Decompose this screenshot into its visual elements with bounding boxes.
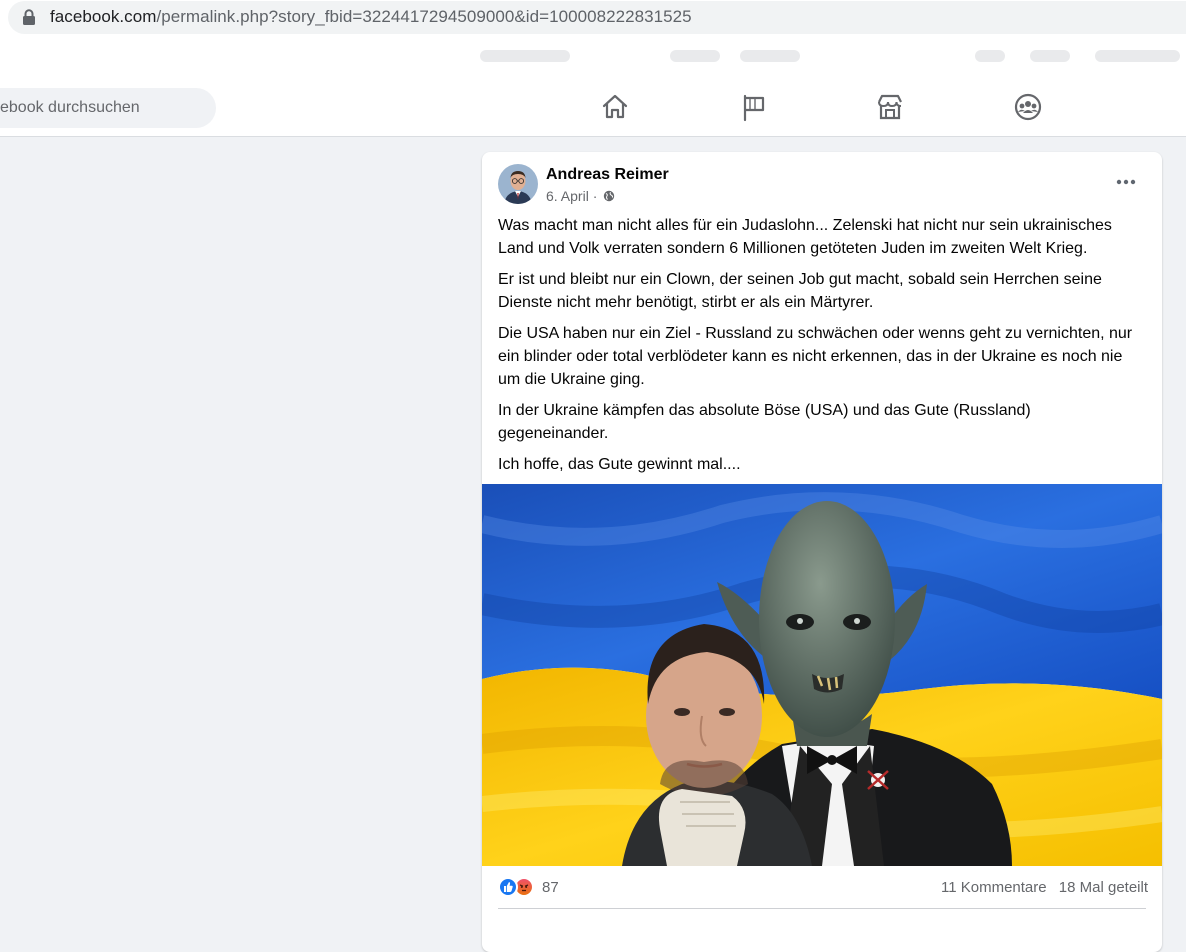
more-options-icon[interactable]: [1108, 170, 1144, 194]
like-reaction-icon[interactable]: [498, 877, 518, 897]
post-image[interactable]: [482, 484, 1162, 866]
bookmark-item[interactable]: [740, 50, 800, 62]
bookmarks-bar: [0, 36, 1186, 78]
post-date[interactable]: 6. April: [546, 188, 589, 204]
reaction-count[interactable]: 87: [542, 879, 559, 896]
flag-icon[interactable]: [739, 92, 769, 122]
avatar[interactable]: [498, 164, 538, 204]
post-paragraph: Was macht man nicht alles für ein Judasl…: [498, 217, 1112, 257]
post-paragraph: In der Ukraine kämpfen das absolute Böse…: [498, 402, 1031, 442]
post-paragraph: Er ist und bleibt nur ein Clown, der sei…: [498, 271, 1102, 311]
home-icon[interactable]: [600, 92, 630, 122]
bookmark-item[interactable]: [975, 50, 1005, 62]
shares-count[interactable]: 18 Mal geteilt: [1059, 879, 1148, 896]
url-text[interactable]: facebook.com/permalink.php?story_fbid=32…: [50, 7, 692, 27]
bookmark-item[interactable]: [1030, 50, 1070, 62]
facebook-header: ebook durchsuchen: [0, 78, 1186, 137]
bookmark-item[interactable]: [670, 50, 720, 62]
post-card: Andreas Reimer 6. April · Was macht man …: [482, 152, 1162, 952]
avatar-image: [498, 164, 538, 204]
engagement-stats: 11 Kommentare 18 Mal geteilt: [941, 879, 1148, 896]
post-author[interactable]: Andreas Reimer: [546, 166, 669, 184]
lock-icon[interactable]: [22, 9, 36, 25]
bookmark-item[interactable]: [480, 50, 570, 62]
reactions-bar: 87 11 Kommentare 18 Mal geteilt: [498, 876, 1148, 898]
post-paragraph: Die USA haben nur ein Ziel - Russland zu…: [498, 325, 1133, 388]
bookmark-item[interactable]: [1095, 50, 1180, 62]
post-image-illustration: [482, 484, 1162, 866]
groups-icon[interactable]: [1013, 92, 1043, 122]
comments-count[interactable]: 11 Kommentare: [941, 879, 1047, 896]
browser-address-bar: facebook.com/permalink.php?story_fbid=32…: [0, 0, 1186, 36]
meta-separator: ·: [592, 188, 598, 204]
post-text: Was macht man nicht alles für ein Judasl…: [498, 214, 1138, 484]
globe-icon: [604, 190, 615, 202]
post-paragraph: Ich hoffe, das Gute gewinnt mal....: [498, 456, 741, 473]
search-placeholder: ebook durchsuchen: [0, 99, 140, 116]
marketplace-icon[interactable]: [875, 92, 905, 122]
post-meta: 6. April ·: [546, 188, 615, 204]
